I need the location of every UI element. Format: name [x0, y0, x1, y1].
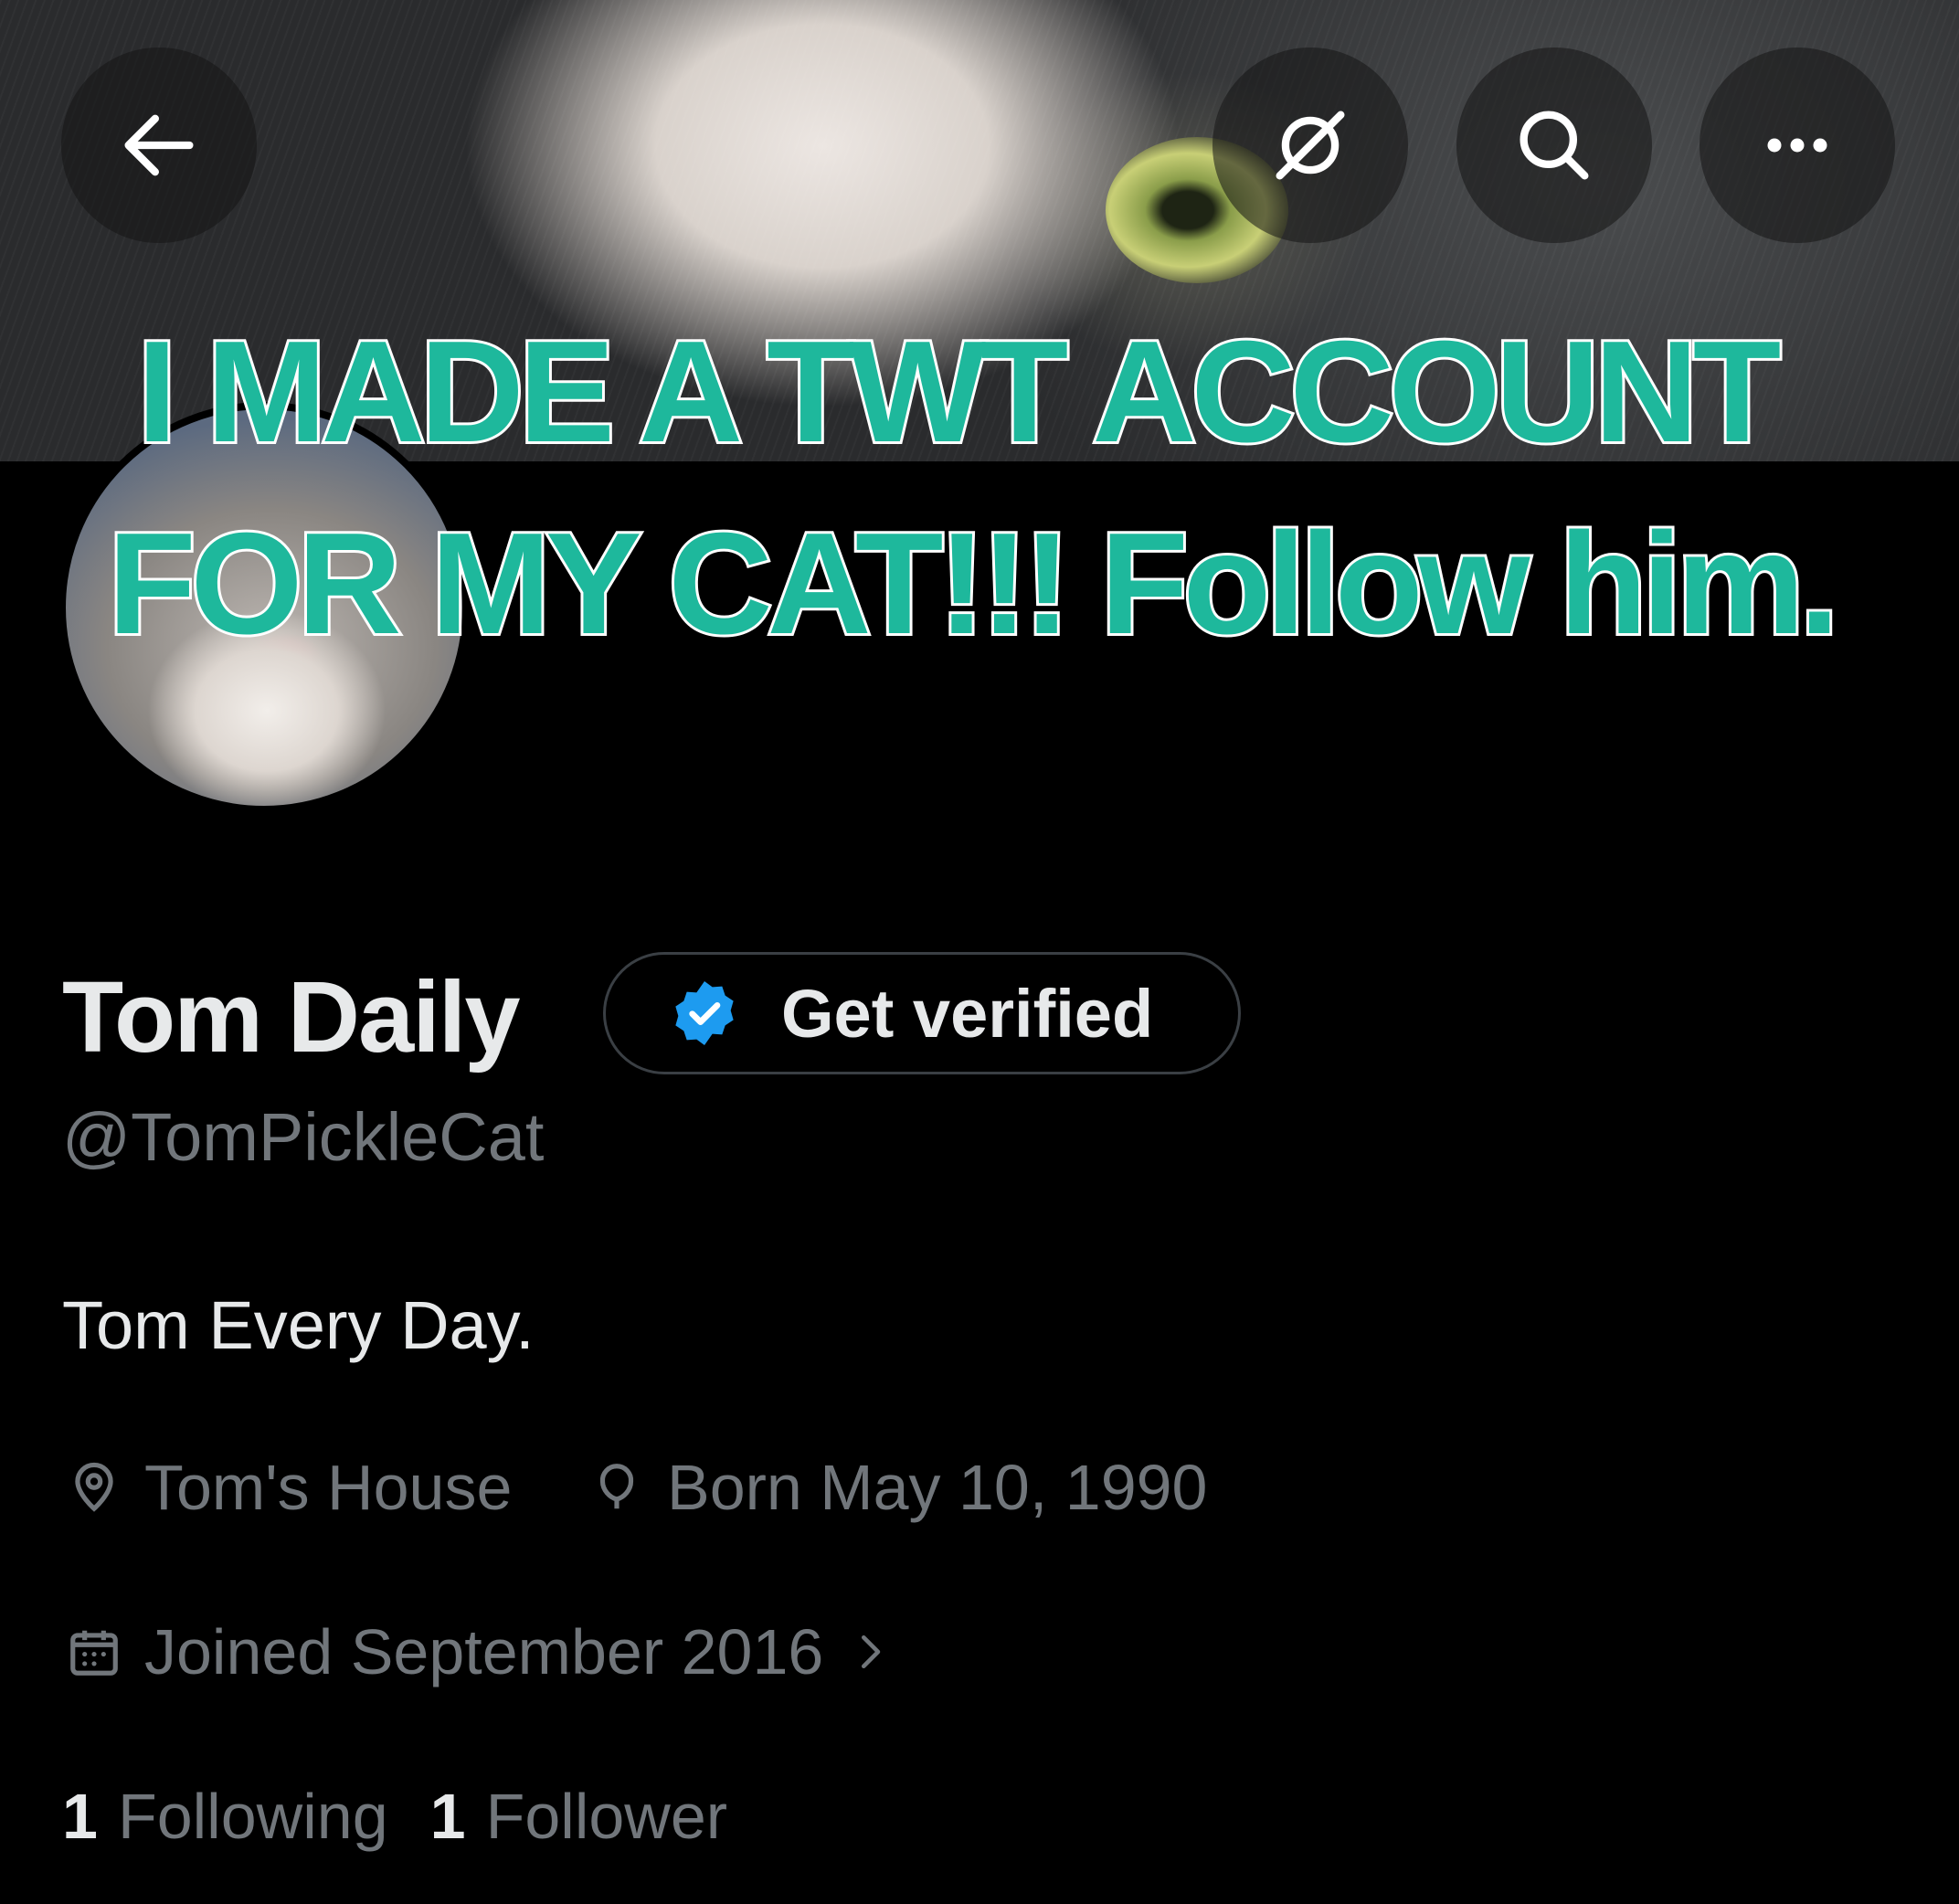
get-verified-button[interactable]: Get verified	[603, 952, 1241, 1074]
joined-text: Joined September 2016	[144, 1616, 824, 1687]
more-horizontal-icon	[1767, 138, 1827, 153]
grok-button[interactable]	[1212, 48, 1408, 243]
overlay-caption-line1: I MADE A TWT ACCOUNT	[134, 312, 1784, 472]
search-button[interactable]	[1456, 48, 1652, 243]
location-pin-icon	[75, 1462, 113, 1512]
profile-location: Tom's House	[66, 1451, 512, 1524]
overlay-caption-line2: FOR MY CAT!!! Follow him.	[105, 503, 1842, 664]
following-count: 1	[62, 1781, 98, 1852]
back-button[interactable]	[61, 48, 257, 243]
location-text: Tom's House	[144, 1452, 513, 1523]
chevron-right-icon	[862, 1635, 881, 1668]
birthday-text: Born May 10, 1990	[667, 1452, 1208, 1523]
profile-bio: Tom Every Day.	[62, 1287, 535, 1363]
search-icon	[1520, 111, 1589, 180]
display-name: Tom Daily	[62, 961, 521, 1074]
followers-count: 1	[429, 1781, 466, 1852]
profile-joined-date[interactable]: Joined September 2016	[66, 1615, 895, 1688]
grok-icon	[1276, 111, 1345, 180]
followers-link[interactable]: 1 Follower	[430, 1780, 727, 1853]
follow-counts: 1 Following 1 Follower	[62, 1780, 769, 1853]
following-label: Following	[117, 1781, 388, 1852]
calendar-icon	[70, 1630, 118, 1676]
profile-birthday: Born May 10, 1990	[588, 1451, 1207, 1524]
get-verified-label: Get verified	[781, 975, 1154, 1052]
followers-label: Follower	[485, 1781, 728, 1852]
following-link[interactable]: 1 Following	[62, 1780, 388, 1853]
user-handle: @TomPickleCat	[62, 1099, 545, 1175]
verified-badge-icon	[675, 981, 734, 1045]
more-button[interactable]	[1700, 48, 1895, 243]
arrow-left-icon	[124, 114, 194, 176]
balloon-icon	[599, 1464, 634, 1509]
